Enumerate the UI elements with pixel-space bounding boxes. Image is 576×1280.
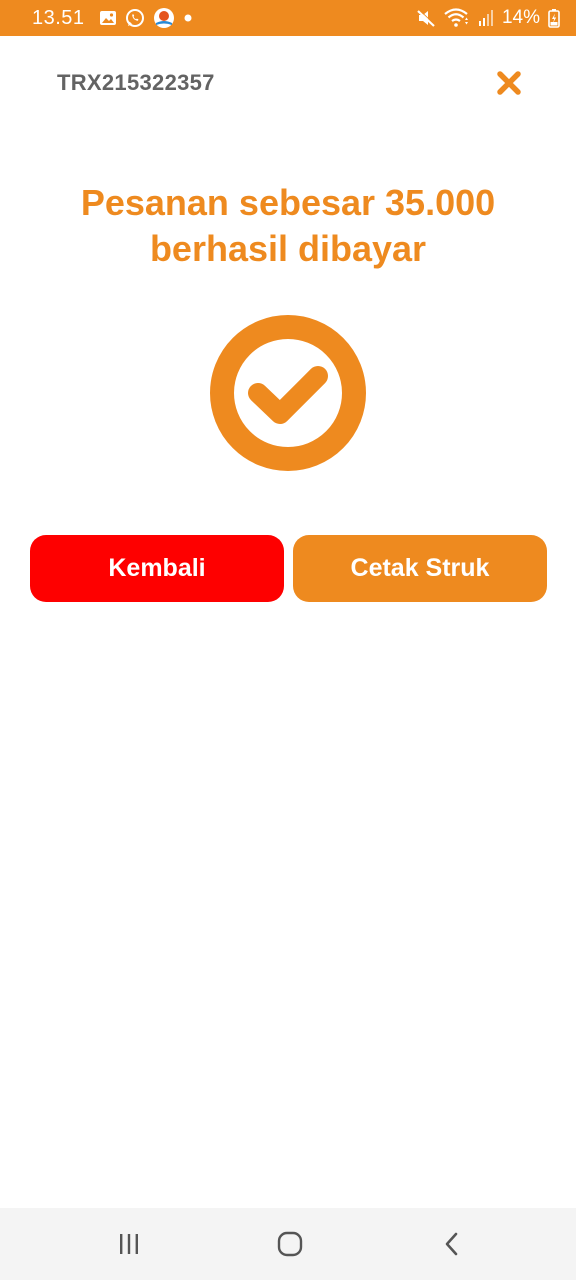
- transaction-id: TRX215322357: [57, 70, 215, 95]
- status-bar-left: 13.51: [32, 7, 193, 30]
- check-circle-icon: [210, 315, 366, 471]
- gallery-icon: [99, 10, 117, 26]
- back-nav-button[interactable]: [432, 1224, 472, 1264]
- signal-icon: [478, 9, 494, 27]
- status-bar: 13.51 14%: [0, 0, 576, 36]
- dot-icon: [183, 13, 193, 23]
- home-button[interactable]: [270, 1224, 310, 1264]
- message-line-1: Pesanan sebesar 35.000: [80, 182, 496, 223]
- close-icon: [497, 71, 521, 95]
- mute-icon: [416, 8, 436, 28]
- back-button[interactable]: Kembali: [30, 535, 284, 602]
- battery-charging-icon: [548, 8, 560, 28]
- recent-apps-button[interactable]: [109, 1224, 149, 1264]
- print-receipt-button[interactable]: Cetak Struk: [293, 535, 547, 602]
- app-notification-icon: [153, 7, 175, 29]
- system-navigation-bar: [0, 1208, 576, 1280]
- payment-success-message: Pesanan sebesar 35.000 berhasil dibayar: [0, 180, 576, 272]
- status-bar-right: 14%: [416, 7, 560, 29]
- home-icon: [277, 1231, 303, 1257]
- message-line-2: berhasil dibayar: [149, 228, 427, 269]
- wifi-icon: [444, 8, 470, 28]
- back-icon: [445, 1232, 458, 1256]
- recent-apps-icon: [120, 1234, 138, 1254]
- battery-percentage: 14%: [501, 7, 540, 28]
- whatsapp-icon: [125, 8, 145, 28]
- status-time: 13.51: [32, 6, 85, 29]
- close-button[interactable]: [492, 66, 526, 100]
- payment-success-screen: 13.51 14% TRX215322357 Pesanan sebesar 3…: [0, 0, 576, 1280]
